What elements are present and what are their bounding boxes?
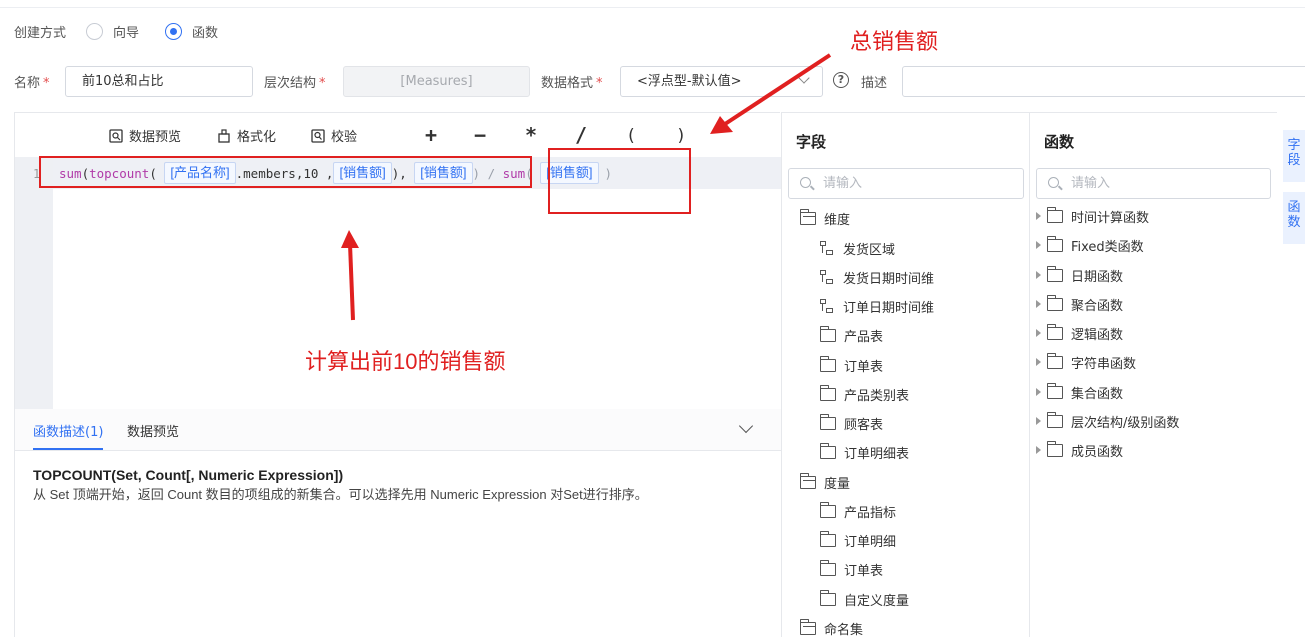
tree-group-label: 度量 [824,476,851,492]
hierarchy-icon [820,299,834,313]
tree-item[interactable]: 顾客表 [819,413,884,433]
side-tab-fields[interactable]: 字段 [1283,130,1305,182]
folder-icon [819,530,836,547]
tree-item-label: 产品指标 [844,505,897,521]
tree-item[interactable]: 产品类别表 [819,384,910,404]
caret-right-icon [1036,241,1041,249]
folder-icon [819,355,836,372]
tree-item[interactable]: 订单表 [819,355,884,375]
function-category-label: Fixed类函数 [1071,239,1144,255]
function-category[interactable]: 层次结构/级别函数 [1036,411,1179,431]
search-icon [1048,177,1059,188]
function-category-label: 时间计算函数 [1071,210,1150,226]
arrow-head-icon [341,230,359,248]
tree-item[interactable]: 订单表 [819,559,884,579]
caret-right-icon [1036,417,1041,425]
folder-icon [1046,235,1063,252]
caret-right-icon [1036,271,1041,279]
function-category[interactable]: 逻辑函数 [1036,323,1123,343]
tree-item-label: 订单明细表 [844,446,910,462]
function-category[interactable]: 聚合函数 [1036,294,1123,314]
fields-title: 字段 [796,133,827,151]
caret-right-icon [1036,212,1041,220]
folder-open-icon [799,472,816,489]
function-category[interactable]: Fixed类函数 [1036,235,1144,255]
tree-item[interactable]: 产品指标 [819,501,897,521]
tree-item[interactable]: 自定义度量 [819,589,910,609]
search-icon [800,177,811,188]
function-category[interactable]: 集合函数 [1036,382,1123,402]
caret-right-icon [1036,388,1041,396]
annotation-arrow-top10 [348,243,355,321]
function-category-label: 日期函数 [1071,269,1124,285]
hierarchy-icon [820,270,834,284]
folder-icon [819,413,836,430]
tree-item[interactable]: 发货区域 [820,238,895,258]
folder-icon [819,384,836,401]
function-category-label: 字符串函数 [1071,356,1137,372]
functions-search-input[interactable]: 请输入 [1036,168,1271,199]
function-category[interactable]: 日期函数 [1036,265,1123,285]
fields-panel: 字段 请输入 维度 发货区域 发货日期时间维 订单日期时间维 产品表 订单表 产… [781,112,1029,637]
caret-right-icon [1036,300,1041,308]
tree-group-measures[interactable]: 度量 [799,472,851,492]
tree-item[interactable]: 产品表 [819,325,884,345]
tree-item[interactable]: 订单明细表 [819,442,910,462]
tree-item-label: 发货区域 [843,242,896,258]
tree-group-named-sets[interactable]: 命名集 [799,618,864,637]
function-category[interactable]: 成员函数 [1036,440,1123,460]
caret-right-icon [1036,358,1041,366]
tree-item[interactable]: 订单明细 [819,530,897,550]
folder-icon [819,559,836,576]
functions-title: 函数 [1044,133,1075,151]
function-category[interactable]: 时间计算函数 [1036,206,1149,226]
hierarchy-icon [820,241,834,255]
folder-open-icon [799,208,816,225]
folder-icon [1046,265,1063,282]
tree-item-label: 产品类别表 [844,388,910,404]
function-category-label: 成员函数 [1071,444,1124,460]
tree-item-label: 订单表 [844,563,884,579]
tree-group-label: 命名集 [824,622,864,637]
fields-search-input[interactable]: 请输入 [788,168,1024,199]
function-category-label: 集合函数 [1071,386,1124,402]
folder-icon [1046,206,1063,223]
folder-icon [1046,411,1063,428]
folder-icon [1046,352,1063,369]
side-tab-functions[interactable]: 函数 [1283,192,1305,244]
function-category-label: 逻辑函数 [1071,327,1124,343]
tree-item-label: 顾客表 [844,417,884,433]
functions-panel: 函数 请输入 时间计算函数 Fixed类函数 日期函数 聚合函数 逻辑函数 字符… [1029,112,1277,637]
function-category[interactable]: 字符串函数 [1036,352,1136,372]
folder-icon [1046,294,1063,311]
tree-item-label: 发货日期时间维 [843,271,935,287]
tree-item-label: 自定义度量 [844,593,910,609]
caret-right-icon [1036,329,1041,337]
tree-item-label: 订单日期时间维 [843,300,935,316]
folder-open-icon [799,618,816,635]
folder-icon [1046,382,1063,399]
functions-search-placeholder: 请输入 [1071,176,1111,191]
function-category-label: 聚合函数 [1071,298,1124,314]
folder-icon [1046,323,1063,340]
tree-item[interactable]: 订单日期时间维 [820,296,934,316]
tree-item[interactable]: 发货日期时间维 [820,267,934,287]
caret-right-icon [1036,446,1041,454]
tree-item-label: 产品表 [844,329,884,345]
tree-item-label: 订单明细 [844,534,897,550]
fields-search-placeholder: 请输入 [823,176,863,191]
folder-icon [819,501,836,518]
folder-icon [1046,440,1063,457]
folder-icon [819,325,836,342]
folder-icon [819,589,836,606]
tree-group-label: 维度 [824,212,851,228]
tree-group-dimensions[interactable]: 维度 [799,208,851,228]
tree-item-label: 订单表 [844,359,884,375]
function-category-label: 层次结构/级别函数 [1071,415,1180,431]
folder-icon [819,442,836,459]
